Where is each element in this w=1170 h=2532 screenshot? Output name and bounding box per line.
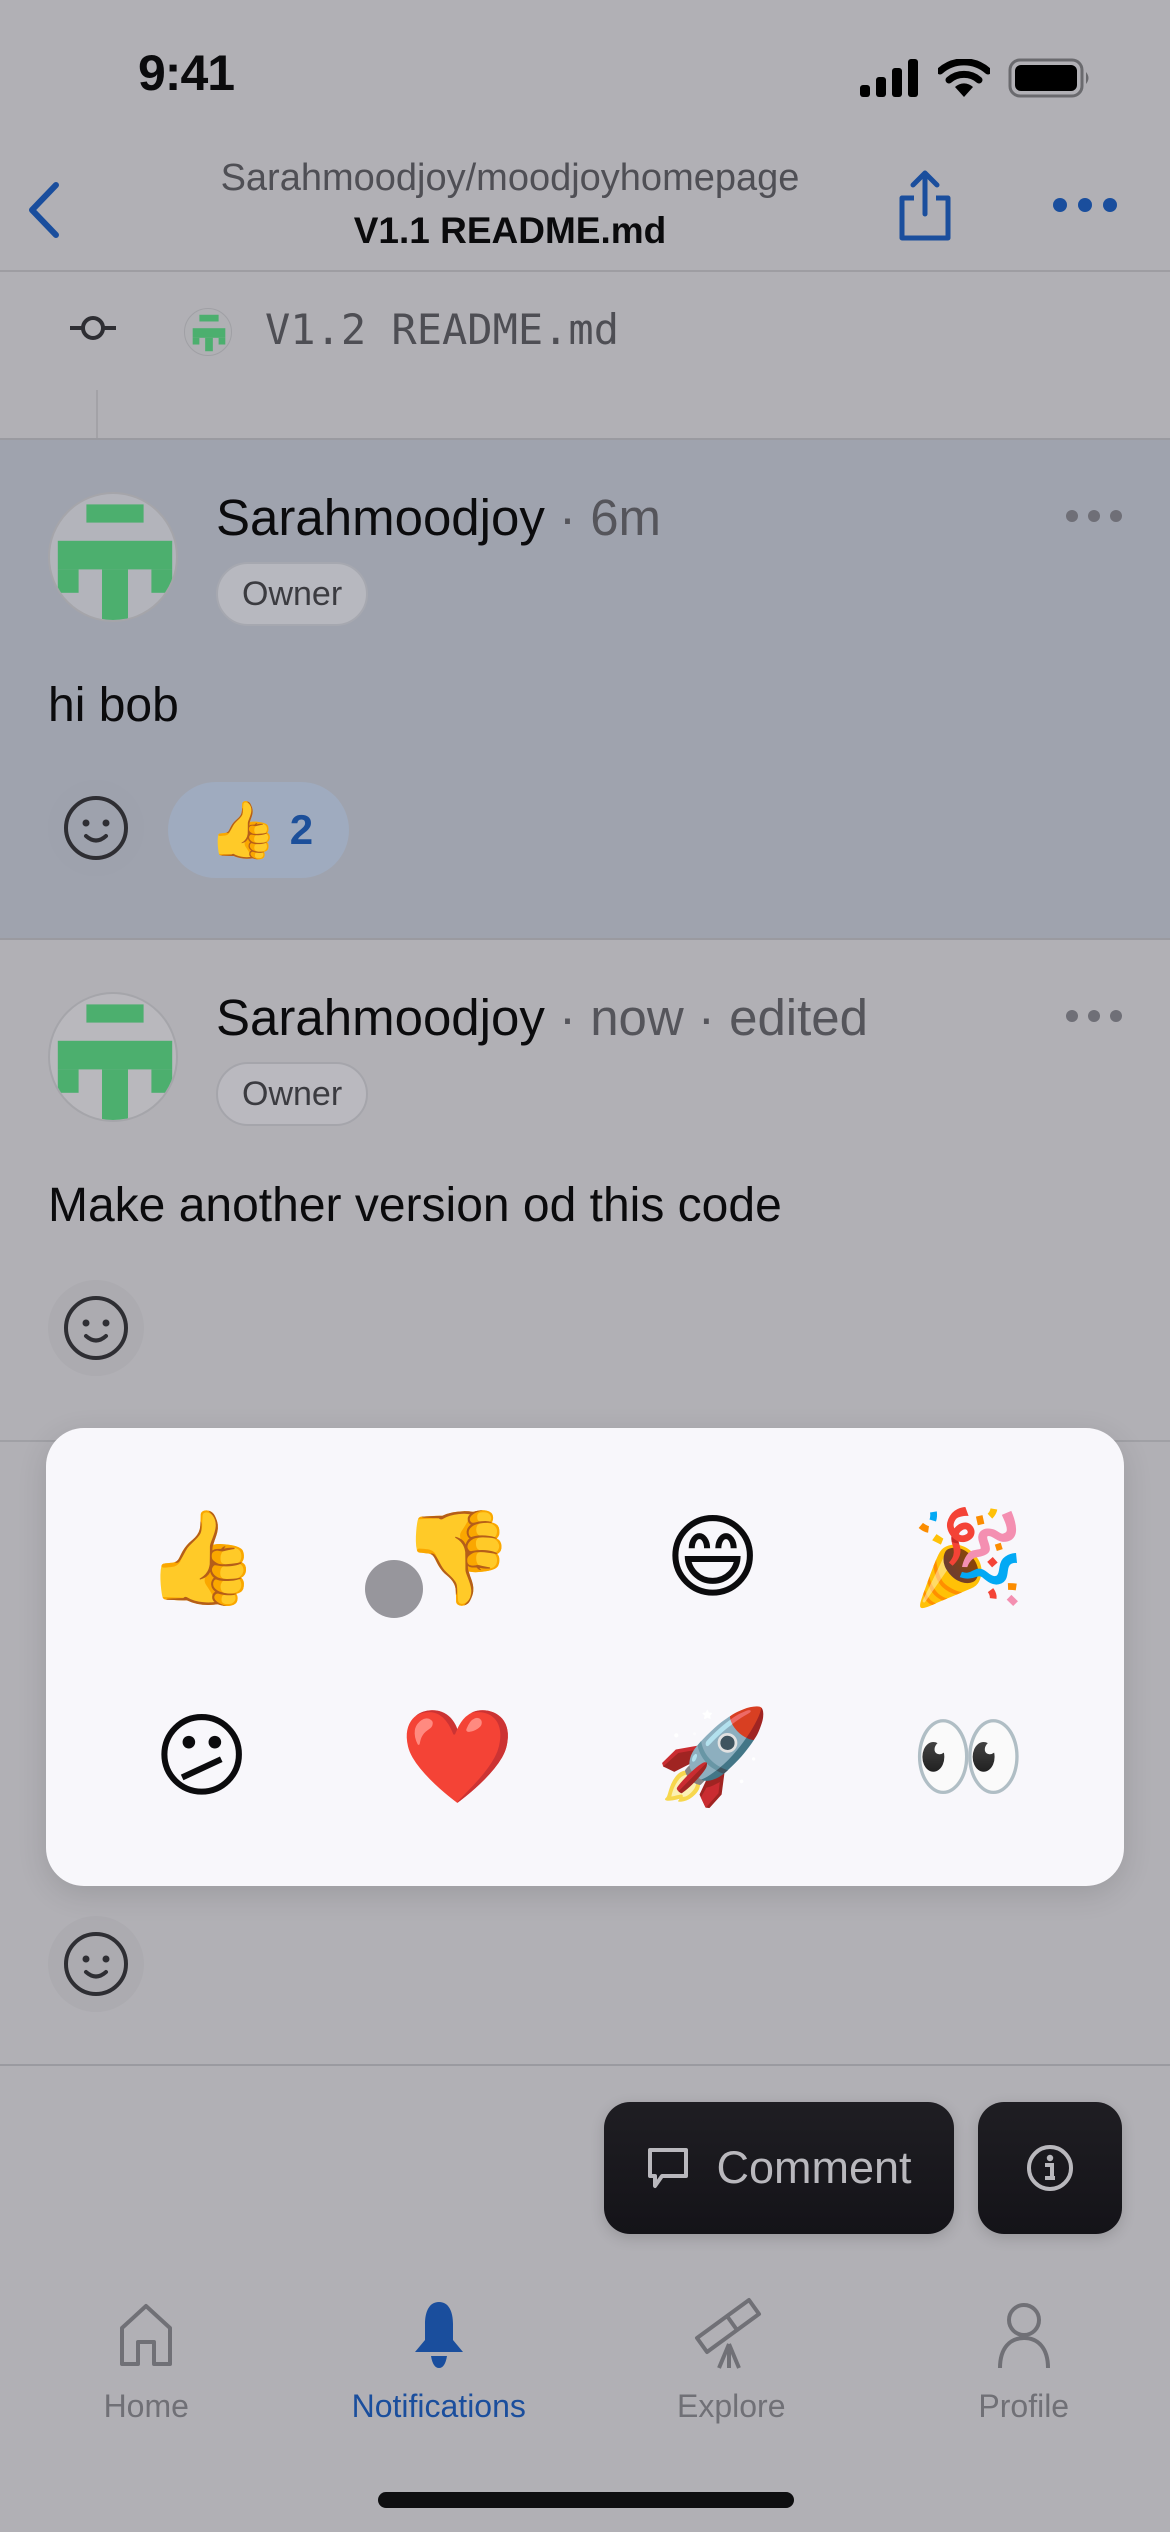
identicon — [57, 1004, 173, 1120]
comment-header: Sarahmoodjoy · now · edited — [216, 988, 868, 1047]
touch-indicator — [365, 1560, 423, 1618]
emoji-option-hooray[interactable]: 🎉 — [841, 1458, 1097, 1657]
comment-body: Make another version od this code — [48, 1179, 782, 1232]
emoji-option-heart[interactable]: ❤️ — [330, 1657, 586, 1856]
reaction-thumbs-up[interactable]: 👍 2 — [168, 782, 350, 878]
home-indicator — [378, 2492, 794, 2508]
ellipsis-dot — [1066, 1010, 1078, 1022]
ellipsis-icon — [1053, 198, 1117, 212]
comment-item: Sarahmoodjoy · 6m Owner hi bob 👍 2 — [0, 438, 1170, 940]
comment-author[interactable]: Sarahmoodjoy — [216, 989, 545, 1046]
cellular-signal-icon — [860, 59, 918, 97]
commit-author-avatar[interactable] — [184, 308, 232, 356]
comment-bubble-icon — [648, 2148, 689, 2188]
owner-badge: Owner — [216, 1062, 369, 1126]
add-reaction-button[interactable] — [48, 1916, 144, 2012]
info-icon — [1027, 2145, 1073, 2191]
share-icon — [899, 170, 951, 241]
emoji-option-laugh[interactable]: 😄 — [585, 1458, 841, 1657]
emoji-reaction-picker: 👍 👎 😄 🎉 😕 ❤️ 🚀 👀 — [46, 1428, 1124, 1886]
comment-body: hi bob — [48, 679, 179, 732]
avatar[interactable] — [48, 492, 178, 622]
telescope-icon — [693, 2290, 769, 2370]
tab-label: Profile — [978, 2388, 1070, 2424]
git-commit-icon — [68, 313, 118, 348]
tab-label: Explore — [677, 2388, 786, 2424]
ellipsis-dot — [1088, 510, 1100, 522]
battery-icon — [1008, 58, 1089, 98]
avatar[interactable] — [48, 992, 178, 1122]
comment-author[interactable]: Sarahmoodjoy — [216, 489, 545, 546]
bell-icon — [409, 2290, 469, 2370]
identicon — [192, 314, 226, 352]
ellipsis-dot — [1066, 510, 1078, 522]
info-button[interactable] — [978, 2102, 1122, 2234]
tab-label: Home — [103, 2388, 189, 2424]
tab-notifications[interactable]: Notifications — [293, 2290, 586, 2450]
status-time: 9:41 — [138, 45, 235, 101]
more-options-button[interactable] — [1050, 190, 1120, 220]
smiley-icon — [64, 1932, 128, 1996]
tab-explore[interactable]: Explore — [585, 2290, 878, 2450]
commit-label[interactable]: V1.2 README.md — [265, 305, 619, 354]
person-icon — [994, 2290, 1054, 2370]
comment-button-label: Comment — [716, 2142, 912, 2193]
add-reaction-button[interactable] — [48, 780, 144, 876]
comment-more-button[interactable] — [1066, 506, 1122, 526]
tab-bar: Home Notifications Explore Profile — [0, 2290, 1170, 2450]
repo-name: Sarahmoodjoy/moodjoyhomepage — [220, 157, 800, 199]
emoji-option-thumbs-down[interactable]: 👎 — [330, 1458, 586, 1657]
comment-item: Sarahmoodjoy · now · edited Owner Make a… — [0, 940, 1170, 1442]
tab-label: Notifications — [351, 2388, 526, 2424]
wifi-icon — [938, 59, 990, 97]
ellipsis-dot — [1110, 1010, 1122, 1022]
owner-badge: Owner — [216, 562, 369, 626]
emoji-option-eyes[interactable]: 👀 — [841, 1657, 1097, 1856]
thumbs-up-icon: 👍 — [208, 798, 278, 861]
tab-profile[interactable]: Profile — [878, 2290, 1170, 2450]
comment-more-button[interactable] — [1066, 1006, 1122, 1026]
ellipsis-dot — [1110, 510, 1122, 522]
tab-home[interactable]: Home — [0, 2290, 293, 2450]
timeline-line — [96, 390, 98, 438]
emoji-grid: 👍 👎 😄 🎉 😕 ❤️ 🚀 👀 — [46, 1428, 1124, 1886]
comment-meta: · 6m — [544, 489, 662, 546]
share-button[interactable] — [890, 168, 960, 244]
identicon — [57, 504, 173, 620]
status-icons — [860, 58, 1092, 98]
smiley-icon — [64, 796, 128, 860]
reaction-count: 2 — [289, 806, 314, 853]
add-reaction-button[interactable] — [48, 1280, 144, 1376]
home-icon — [116, 2290, 176, 2370]
ellipsis-dot — [1088, 1010, 1100, 1022]
emoji-option-rocket[interactable]: 🚀 — [585, 1657, 841, 1856]
smiley-icon — [64, 1296, 128, 1360]
emoji-option-thumbs-up[interactable]: 👍 — [74, 1458, 330, 1657]
comment-meta: · now · edited — [544, 989, 869, 1046]
page-title: V1.1 README.md — [353, 210, 667, 251]
emoji-option-confused[interactable]: 😕 — [74, 1657, 330, 1856]
comment-header: Sarahmoodjoy · 6m — [216, 488, 661, 547]
comment-button[interactable]: Comment — [604, 2102, 954, 2234]
